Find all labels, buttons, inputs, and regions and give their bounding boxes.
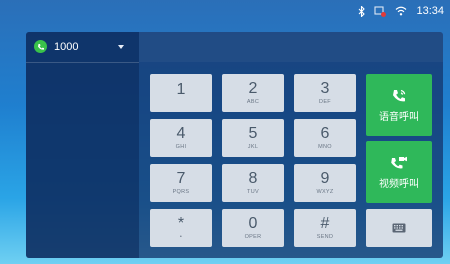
key-8[interactable]: 8 TUV [222, 164, 284, 202]
key-digit: 4 [176, 125, 186, 142]
key-letters: OPER [244, 234, 262, 240]
key-0[interactable]: 0 OPER [222, 209, 284, 247]
wifi-icon [396, 6, 407, 16]
keyboard-icon [392, 223, 406, 233]
video-call-icon [391, 156, 407, 168]
key-digit: # [320, 215, 330, 232]
video-call-label: 视频呼叫 [379, 178, 419, 190]
left-pane: 1000 [26, 32, 139, 258]
key-letters: PQRS [172, 189, 190, 195]
key-letters: TUV [247, 189, 259, 195]
key-letters: ABC [246, 99, 260, 105]
voice-call-label: 语音呼叫 [379, 111, 419, 123]
voice-call-icon [393, 89, 406, 101]
keyboard-toggle-button[interactable] [366, 209, 432, 247]
key-5[interactable]: 5 JKL [222, 119, 284, 157]
dial-input-area[interactable] [139, 32, 443, 62]
key-letters: • [179, 234, 183, 240]
key-3[interactable]: 3 DEF [294, 74, 356, 112]
key-letters: DEF [319, 99, 331, 105]
key-letters: GHI [175, 144, 187, 150]
bluetooth-icon [359, 5, 366, 17]
key-1[interactable]: 1 [150, 74, 212, 112]
account-selector[interactable]: 1000 [26, 32, 139, 63]
key-star[interactable]: * • [150, 209, 212, 247]
key-2[interactable]: 2 ABC [222, 74, 284, 112]
key-hash[interactable]: # SEND [294, 209, 356, 247]
key-4[interactable]: 4 GHI [150, 119, 212, 157]
status-bar: 13:34 [0, 0, 450, 24]
clock: 13:34 [416, 5, 444, 17]
notification-icon [374, 5, 387, 17]
chevron-down-icon [118, 45, 124, 49]
key-digit: 9 [320, 170, 330, 187]
key-7[interactable]: 7 PQRS [150, 164, 212, 202]
key-letters: SEND [316, 234, 334, 240]
status-icons: 13:34 [358, 5, 444, 17]
key-digit: 6 [320, 125, 330, 142]
key-digit: 2 [248, 80, 258, 97]
key-digit: 5 [248, 125, 258, 142]
phone-icon [34, 40, 47, 53]
video-call-button[interactable]: 视频呼叫 [366, 141, 432, 203]
key-digit: 3 [320, 80, 330, 97]
key-9[interactable]: 9 WXYZ [294, 164, 356, 202]
key-digit: 8 [248, 170, 258, 187]
account-number: 1000 [54, 41, 79, 53]
key-6[interactable]: 6 MNO [294, 119, 356, 157]
key-letters: MNO [318, 144, 332, 150]
voice-call-button[interactable]: 语音呼叫 [366, 74, 432, 136]
key-digit: 7 [176, 170, 186, 187]
key-digit: * [177, 215, 185, 232]
key-digit: 0 [248, 215, 258, 232]
key-digit: 1 [176, 81, 186, 98]
key-letters: JKL [247, 144, 259, 150]
key-letters: WXYZ [316, 189, 334, 195]
